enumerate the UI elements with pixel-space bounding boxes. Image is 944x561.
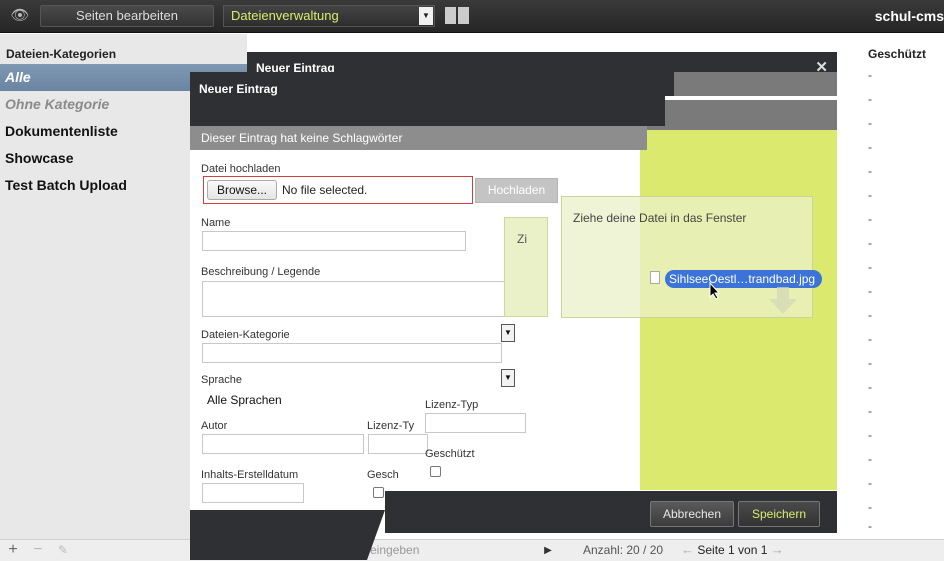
- description-label: Beschreibung / Legende: [201, 266, 321, 278]
- created-date-input[interactable]: [202, 483, 304, 503]
- dropzone-partial: Zi: [504, 217, 548, 317]
- chevron-down-icon[interactable]: ▼: [501, 369, 515, 387]
- save-button[interactable]: Speichern: [738, 501, 820, 527]
- table-cell-protected: -: [868, 380, 872, 394]
- license-type-input-partial[interactable]: [368, 434, 428, 454]
- author-label: Autor: [201, 420, 228, 432]
- dragged-file[interactable]: SihlseeOestl…trandbad.jpg: [665, 270, 823, 288]
- edit-pencil-icon[interactable]: ✎: [56, 542, 70, 558]
- remove-icon[interactable]: −: [31, 542, 45, 558]
- license-type-input[interactable]: [425, 413, 526, 433]
- table-cell-protected: -: [868, 236, 872, 250]
- sidebar-title: Dateien-Kategorien: [6, 47, 117, 61]
- dropzone-text: Ziehe deine Datei in das Fenster: [573, 211, 747, 225]
- site-name: schul-cms: [874, 8, 944, 24]
- table-cell-protected: -: [868, 519, 872, 533]
- tags-notice: Dieser Eintrag hat keine Schlagwörter: [190, 126, 647, 150]
- table-cell-protected: -: [868, 404, 872, 418]
- layout-toggle-icon[interactable]: [445, 7, 469, 24]
- cursor-icon: [709, 282, 721, 300]
- language-label: Sprache: [201, 374, 242, 386]
- table-cell-protected: -: [868, 68, 872, 82]
- table-cell-protected: -: [868, 428, 872, 442]
- created-date-label: Inhalts-Erstelldatum: [201, 469, 299, 481]
- upload-button[interactable]: Hochladen: [475, 178, 558, 203]
- table-cell-protected: -: [868, 116, 872, 130]
- table-cell-protected: -: [868, 92, 872, 106]
- chevron-down-icon: ▼: [419, 7, 433, 25]
- dropzone-partial-text: Zi: [517, 232, 527, 246]
- category-label: Dateien-Kategorie: [201, 329, 290, 341]
- dialog-header: Neuer Eintrag: [190, 72, 665, 126]
- license-type-label-partial: Lizenz-Ty: [367, 420, 415, 432]
- table-cell-protected: -: [868, 284, 872, 298]
- description-textarea[interactable]: [202, 281, 528, 317]
- table-cell-protected: -: [868, 188, 872, 202]
- file-upload-field: Browse... No file selected.: [203, 176, 473, 204]
- upload-label: Datei hochladen: [201, 163, 281, 175]
- drop-arrow-icon: [769, 287, 797, 314]
- table-cell-protected: -: [868, 140, 872, 154]
- table-cell-protected: -: [868, 332, 872, 346]
- table-cell-protected: -: [868, 260, 872, 274]
- category-select[interactable]: [202, 343, 502, 363]
- protected-label: Geschützt: [425, 448, 475, 460]
- file-status-text: No file selected.: [282, 183, 368, 197]
- eye-icon[interactable]: 👁: [10, 8, 30, 24]
- add-icon[interactable]: +: [6, 542, 20, 558]
- browse-button[interactable]: Browse...: [207, 180, 277, 200]
- protected-checkbox-partial[interactable]: [373, 487, 384, 498]
- table-cell-protected: -: [868, 356, 872, 370]
- protected-label-partial: Gesch: [367, 469, 399, 481]
- file-icon: [650, 271, 660, 284]
- table-cell-protected: -: [868, 308, 872, 322]
- column-header-protected[interactable]: Geschützt: [868, 47, 926, 61]
- table-cell-protected: -: [868, 212, 872, 226]
- module-select[interactable]: Dateienverwaltung ▼: [223, 5, 435, 27]
- language-select[interactable]: Alle Sprachen: [202, 389, 430, 411]
- author-input[interactable]: [202, 434, 364, 454]
- name-label: Name: [201, 217, 231, 229]
- chevron-down-icon[interactable]: ▼: [501, 324, 515, 342]
- name-input[interactable]: [202, 231, 466, 251]
- dialog-title: Neuer Eintrag: [199, 82, 278, 96]
- table-cell-protected: -: [868, 452, 872, 466]
- cancel-button[interactable]: Abbrechen: [650, 501, 734, 527]
- new-entry-dialog: Neuer Eintrag Dieser Eintrag hat keine S…: [190, 72, 837, 560]
- table-cell-protected: -: [868, 164, 872, 178]
- top-bar: 👁 Seiten bearbeiten Dateienverwaltung ▼ …: [0, 0, 944, 33]
- protected-checkbox[interactable]: [430, 466, 441, 477]
- license-type-label: Lizenz-Typ: [425, 399, 479, 411]
- table-cell-protected: -: [868, 476, 872, 490]
- module-select-value: Dateienverwaltung: [231, 8, 339, 23]
- edit-pages-button[interactable]: Seiten bearbeiten: [40, 5, 214, 27]
